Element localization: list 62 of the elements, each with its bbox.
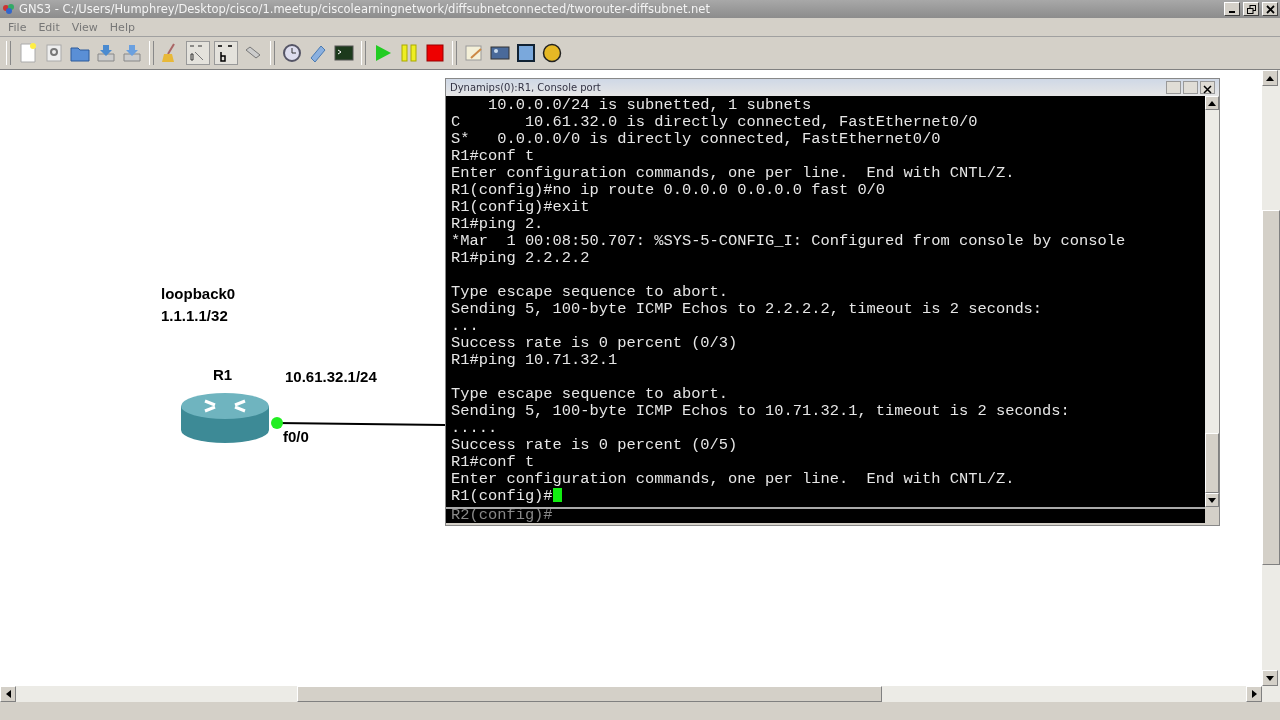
console-line: Success rate is 0 percent (0/3) xyxy=(451,335,739,352)
stop-icon[interactable] xyxy=(424,42,446,64)
console-line: C 10.61.32.0 is directly connected, FastEthernet0/0 xyxy=(451,114,979,131)
ellipse-icon[interactable] xyxy=(541,42,563,64)
scroll-down-button[interactable] xyxy=(1205,493,1219,507)
caret-left-icon xyxy=(5,690,11,698)
scroll-down-button[interactable] xyxy=(1262,670,1278,686)
console-line: R1#conf t xyxy=(451,148,536,165)
console-line: Enter configuration commands, one per line. End with CNTL/Z. xyxy=(451,165,1016,182)
scrollbar-thumb[interactable] xyxy=(297,686,882,702)
menu-item[interactable]: File xyxy=(2,20,33,34)
menu-item[interactable]: View xyxy=(65,20,104,34)
caret-right-icon xyxy=(1251,690,1257,698)
console-line: R1(config)#no ip route 0.0.0.0 0.0.0.0 fast 0/0 xyxy=(451,182,887,199)
scrollbar-thumb[interactable] xyxy=(1262,210,1280,565)
router-icon[interactable] xyxy=(181,393,269,443)
menu-item[interactable]: Help xyxy=(103,20,141,34)
console-prompt[interactable]: R1(config)# xyxy=(451,487,553,505)
console-line: ... xyxy=(451,318,480,335)
app-icon xyxy=(2,3,16,15)
scroll-up-button[interactable] xyxy=(1205,96,1219,110)
scroll-right-button[interactable] xyxy=(1246,686,1262,702)
rectangle-icon[interactable] xyxy=(515,42,537,64)
router-label: R1 xyxy=(213,366,233,383)
scrollbar-thumb[interactable] xyxy=(1205,433,1219,493)
interface-label: 10.61.32.1/24 xyxy=(285,368,377,385)
caret-down-icon xyxy=(1266,675,1274,681)
terminal-icon[interactable] xyxy=(333,42,355,64)
console-line: Sending 5, 100-byte ICMP Echos to 2.2.2.2, timeout is 2 seconds: xyxy=(451,301,1044,318)
console-line: S* 0.0.0.0/0 is directly connected, FastEthernet0/0 xyxy=(451,131,942,148)
close-button[interactable] xyxy=(1200,81,1215,94)
console-line: R1#ping 10.71.32.1 xyxy=(451,352,619,369)
caret-up-icon xyxy=(1266,75,1274,81)
console-line: Type escape sequence to abort. xyxy=(451,386,730,403)
console-line: 10.0.0.0/24 is subnetted, 1 subnets xyxy=(486,97,813,114)
zoom-icon[interactable] xyxy=(43,42,65,64)
console-line: R1#ping 2. xyxy=(451,216,545,233)
console-line: Type escape sequence to abort. xyxy=(451,284,730,301)
labels-icon[interactable] xyxy=(214,41,238,65)
scroll-left-button[interactable] xyxy=(0,686,16,702)
port-dot xyxy=(271,417,283,429)
note-icon[interactable] xyxy=(463,42,485,64)
caret-up-icon xyxy=(1208,100,1216,106)
menu-item[interactable]: Edit xyxy=(32,20,66,34)
console-line: Success rate is 0 percent (0/5) xyxy=(451,437,739,454)
console-line: R1#conf t xyxy=(451,454,536,471)
console-line: Enter configuration commands, one per line. End with CNTL/Z. xyxy=(451,471,1016,488)
console-line: R1#ping 2.2.2.2 xyxy=(451,250,591,267)
save-icon[interactable] xyxy=(95,42,117,64)
console-line: *Mar 1 00:08:50.707: %SYS-5-CONFIG_I: Configured from console by console xyxy=(451,233,1127,250)
clock-icon[interactable] xyxy=(281,42,303,64)
caret-down-icon xyxy=(1208,497,1216,503)
console-line: R1(config)#exit xyxy=(451,199,591,216)
window-title: GNS3 - C:/Users/Humphrey/Desktop/cisco/1.meetup/ciscolearningnetwork/diffsubnetconnected/tworouter-diffsubnet.net xyxy=(19,2,711,16)
interface-label: 1.1.1.1/32 xyxy=(161,307,228,324)
console-line: Sending 5, 100-byte ICMP Echos to 10.71.32.1, timeout is 2 seconds: xyxy=(451,403,1071,420)
interface-label: loopback0 xyxy=(161,285,236,302)
interface-label: f0/0 xyxy=(283,428,309,445)
restore-button[interactable] xyxy=(1243,2,1259,16)
scroll-up-button[interactable] xyxy=(1262,70,1278,86)
console-line: ..... xyxy=(451,420,499,437)
console-title: Dynamips(0):R1, Console port xyxy=(450,82,602,93)
